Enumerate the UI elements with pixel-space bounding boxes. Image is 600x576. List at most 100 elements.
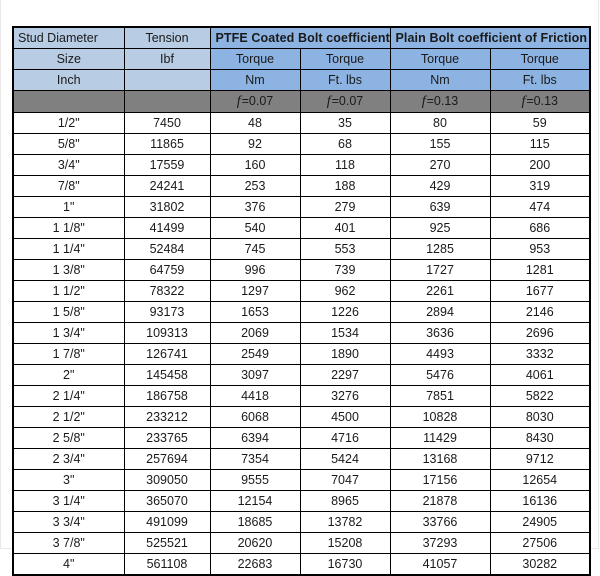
- cell-plain-nm: 639: [389, 196, 491, 218]
- cell-plain-ftlbs: 12654: [489, 469, 591, 491]
- table-row: 3 1/4" 365070 12154 8965 21878 16136: [12, 490, 591, 512]
- cell-ptfe-nm: 18685: [209, 511, 301, 533]
- bolt-torque-table: Stud Diameter Tension PTFE Coated Bolt c…: [12, 26, 592, 576]
- friction-value: =0.13: [526, 94, 559, 108]
- cell-ptfe-nm: 996: [209, 259, 301, 281]
- table-row: 2 1/2" 233212 6068 4500 10828 8030: [12, 406, 591, 428]
- cell-plain-nm: 80: [389, 112, 491, 134]
- table-row: 2 1/4" 186758 4418 3276 7851 5822: [12, 385, 591, 407]
- table-row: 2" 145458 3097 2297 5476 4061: [12, 364, 591, 386]
- cell-ptfe-ftlbs: 2297: [299, 364, 391, 386]
- cell-ptfe-nm: 540: [209, 217, 301, 239]
- cell-ptfe-ftlbs: 35: [299, 112, 391, 134]
- header-unit-ptfe-ftlbs: Ft. lbs: [299, 69, 391, 91]
- cell-plain-ftlbs: 4061: [489, 364, 591, 386]
- cell-plain-ftlbs: 8030: [489, 406, 591, 428]
- cell-size: 2 5/8": [12, 427, 125, 449]
- header-row-units: Inch Nm Ft. lbs Nm Ft. lbs: [12, 69, 591, 91]
- header-size: Size: [12, 48, 125, 70]
- cell-plain-nm: 21878: [389, 490, 491, 512]
- cell-ptfe-ftlbs: 553: [299, 238, 391, 260]
- cell-plain-ftlbs: 474: [489, 196, 591, 218]
- cell-plain-ftlbs: 953: [489, 238, 591, 260]
- cell-ptfe-ftlbs: 16730: [299, 553, 391, 576]
- cell-plain-ftlbs: 8430: [489, 427, 591, 449]
- header-friction-plain-nm: f=0.13: [389, 90, 491, 113]
- table-row: 2 5/8" 233765 6394 4716 11429 8430: [12, 427, 591, 449]
- header-row-measure-names: Size Ibf Torque Torque Torque Torque: [12, 48, 591, 70]
- header-torque-plain-ftlbs: Torque: [489, 48, 591, 70]
- cell-tension: 126741: [123, 343, 211, 365]
- cell-size: 1 1/8": [12, 217, 125, 239]
- cell-size: 1 1/2": [12, 280, 125, 302]
- friction-value: =0.13: [426, 94, 459, 108]
- cell-ptfe-ftlbs: 15208: [299, 532, 391, 554]
- cell-tension: 186758: [123, 385, 211, 407]
- cell-plain-nm: 10828: [389, 406, 491, 428]
- cell-tension: 24241: [123, 175, 211, 197]
- cell-plain-ftlbs: 115: [489, 133, 591, 155]
- cell-tension: 233212: [123, 406, 211, 428]
- cell-tension: 11865: [123, 133, 211, 155]
- header-ptfe-group: PTFE Coated Bolt coefficient of Friction: [209, 26, 391, 49]
- cell-tension: 41499: [123, 217, 211, 239]
- table-row: 7/8" 24241 253 188 429 319: [12, 175, 591, 197]
- cell-ptfe-nm: 745: [209, 238, 301, 260]
- friction-value: =0.07: [331, 94, 364, 108]
- header-friction-plain-ftlbs: f=0.13: [489, 90, 591, 113]
- cell-plain-nm: 17156: [389, 469, 491, 491]
- header-row-group-titles: Stud Diameter Tension PTFE Coated Bolt c…: [12, 26, 591, 49]
- cell-size: 1 7/8": [12, 343, 125, 365]
- cell-ptfe-nm: 160: [209, 154, 301, 176]
- cell-plain-nm: 7851: [389, 385, 491, 407]
- cell-size: 5/8": [12, 133, 125, 155]
- cell-tension: 257694: [123, 448, 211, 470]
- cell-tension: 525521: [123, 532, 211, 554]
- cell-plain-ftlbs: 30282: [489, 553, 591, 576]
- cell-plain-nm: 4493: [389, 343, 491, 365]
- cell-size: 2 3/4": [12, 448, 125, 470]
- cell-size: 1 3/4": [12, 322, 125, 344]
- cell-ptfe-nm: 3097: [209, 364, 301, 386]
- cell-plain-ftlbs: 3332: [489, 343, 591, 365]
- cell-size: 2": [12, 364, 125, 386]
- table-row: 1 7/8" 126741 2549 1890 4493 3332: [12, 343, 591, 365]
- cell-ptfe-ftlbs: 8965: [299, 490, 391, 512]
- table-row: 5/8" 11865 92 68 155 115: [12, 133, 591, 155]
- friction-value: =0.07: [241, 94, 274, 108]
- cell-ptfe-nm: 20620: [209, 532, 301, 554]
- cell-tension: 233765: [123, 427, 211, 449]
- cell-plain-nm: 2894: [389, 301, 491, 323]
- cell-plain-ftlbs: 1677: [489, 280, 591, 302]
- header-plain-group: Plain Bolt coefficient of Friction: [389, 26, 591, 49]
- cell-size: 7/8": [12, 175, 125, 197]
- header-torque-ptfe-ftlbs: Torque: [299, 48, 391, 70]
- cell-ptfe-ftlbs: 188: [299, 175, 391, 197]
- table-row: 3/4" 17559 160 118 270 200: [12, 154, 591, 176]
- cell-plain-ftlbs: 200: [489, 154, 591, 176]
- header-lbf: Ibf: [123, 48, 211, 70]
- bolt-torque-table-container: Stud Diameter Tension PTFE Coated Bolt c…: [12, 26, 592, 576]
- header-unit-inch: Inch: [12, 69, 125, 91]
- cell-ptfe-ftlbs: 4716: [299, 427, 391, 449]
- cell-size: 1 1/4": [12, 238, 125, 260]
- cell-plain-ftlbs: 24905: [489, 511, 591, 533]
- cell-ptfe-ftlbs: 5424: [299, 448, 391, 470]
- header-friction-blank-tension: [123, 90, 211, 113]
- cell-plain-nm: 11429: [389, 427, 491, 449]
- header-unit-tension-blank: [123, 69, 211, 91]
- cell-ptfe-ftlbs: 7047: [299, 469, 391, 491]
- cell-size: 1": [12, 196, 125, 218]
- table-row: 1 3/8" 64759 996 739 1727 1281: [12, 259, 591, 281]
- cell-ptfe-ftlbs: 1226: [299, 301, 391, 323]
- cell-tension: 31802: [123, 196, 211, 218]
- cell-ptfe-ftlbs: 962: [299, 280, 391, 302]
- header-row-friction-coefficients: f=0.07 f=0.07 f=0.13 f=0.13: [12, 90, 591, 113]
- cell-plain-nm: 1285: [389, 238, 491, 260]
- table-row: 1 1/4" 52484 745 553 1285 953: [12, 238, 591, 260]
- cell-tension: 7450: [123, 112, 211, 134]
- table-row: 3" 309050 9555 7047 17156 12654: [12, 469, 591, 491]
- cell-plain-ftlbs: 1281: [489, 259, 591, 281]
- header-torque-ptfe-nm: Torque: [209, 48, 301, 70]
- cell-ptfe-nm: 7354: [209, 448, 301, 470]
